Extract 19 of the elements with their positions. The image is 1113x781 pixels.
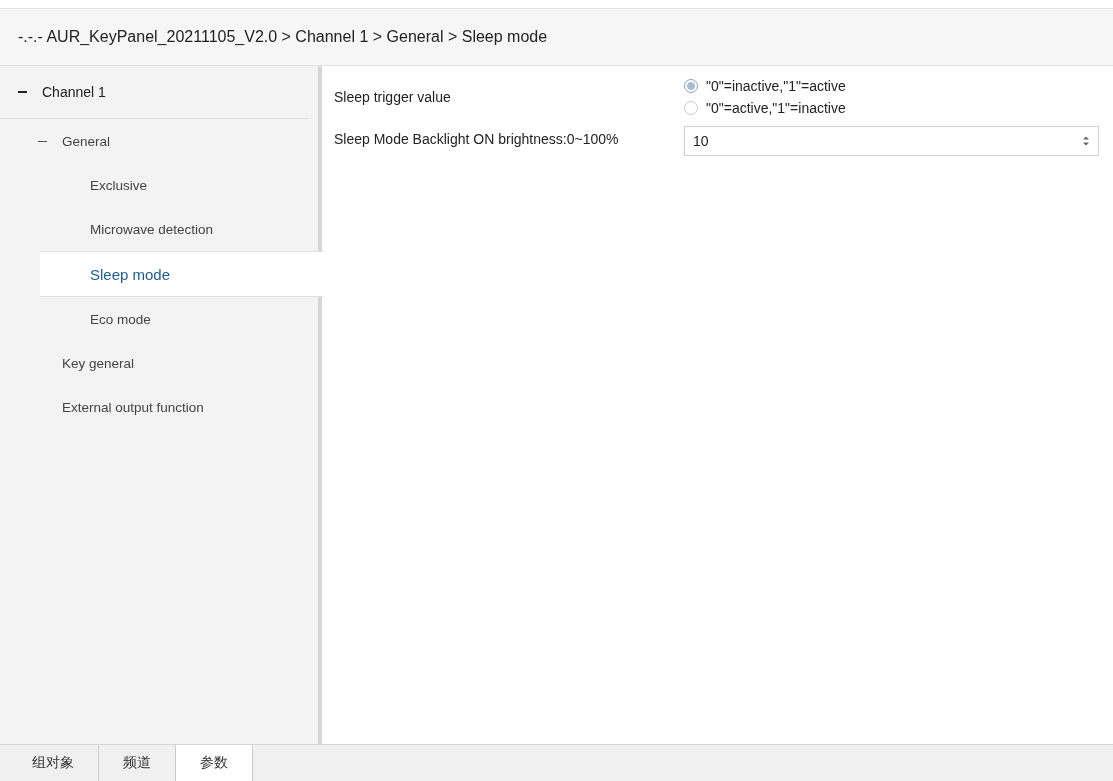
tab[interactable]: 参数	[176, 745, 253, 781]
tree-item[interactable]: Sleep mode	[40, 251, 324, 297]
parameter-label: Sleep trigger value	[334, 89, 452, 105]
tree-item[interactable]: External output function	[0, 385, 318, 429]
tree-item[interactable]: Channel 1	[42, 84, 106, 100]
parameter-label: Sleep Mode Backlight ON brightness:0~100%	[334, 131, 620, 147]
spinner-icon	[1082, 135, 1090, 147]
tab[interactable]: 组对象	[8, 745, 99, 781]
option-label: "0"=inactive,"1"=active	[706, 78, 846, 94]
radio-button[interactable]	[684, 101, 698, 115]
tree-item[interactable]: Exclusive	[0, 163, 318, 207]
tree-item[interactable]: General	[0, 119, 318, 163]
number-field[interactable]: 10	[684, 126, 1099, 156]
breadcrumb: -.-.- AUR_KeyPanel_20211105_V2.0 > Channel 1 > General > Sleep mode	[18, 28, 548, 46]
tree-item[interactable]: Key general	[0, 341, 318, 385]
tree-item[interactable]: Microwave detection	[0, 207, 318, 251]
option-label: "0"=active,"1"=inactive	[706, 100, 846, 116]
radio-button[interactable]	[684, 79, 698, 93]
tree-item[interactable]: Eco mode	[0, 297, 318, 341]
